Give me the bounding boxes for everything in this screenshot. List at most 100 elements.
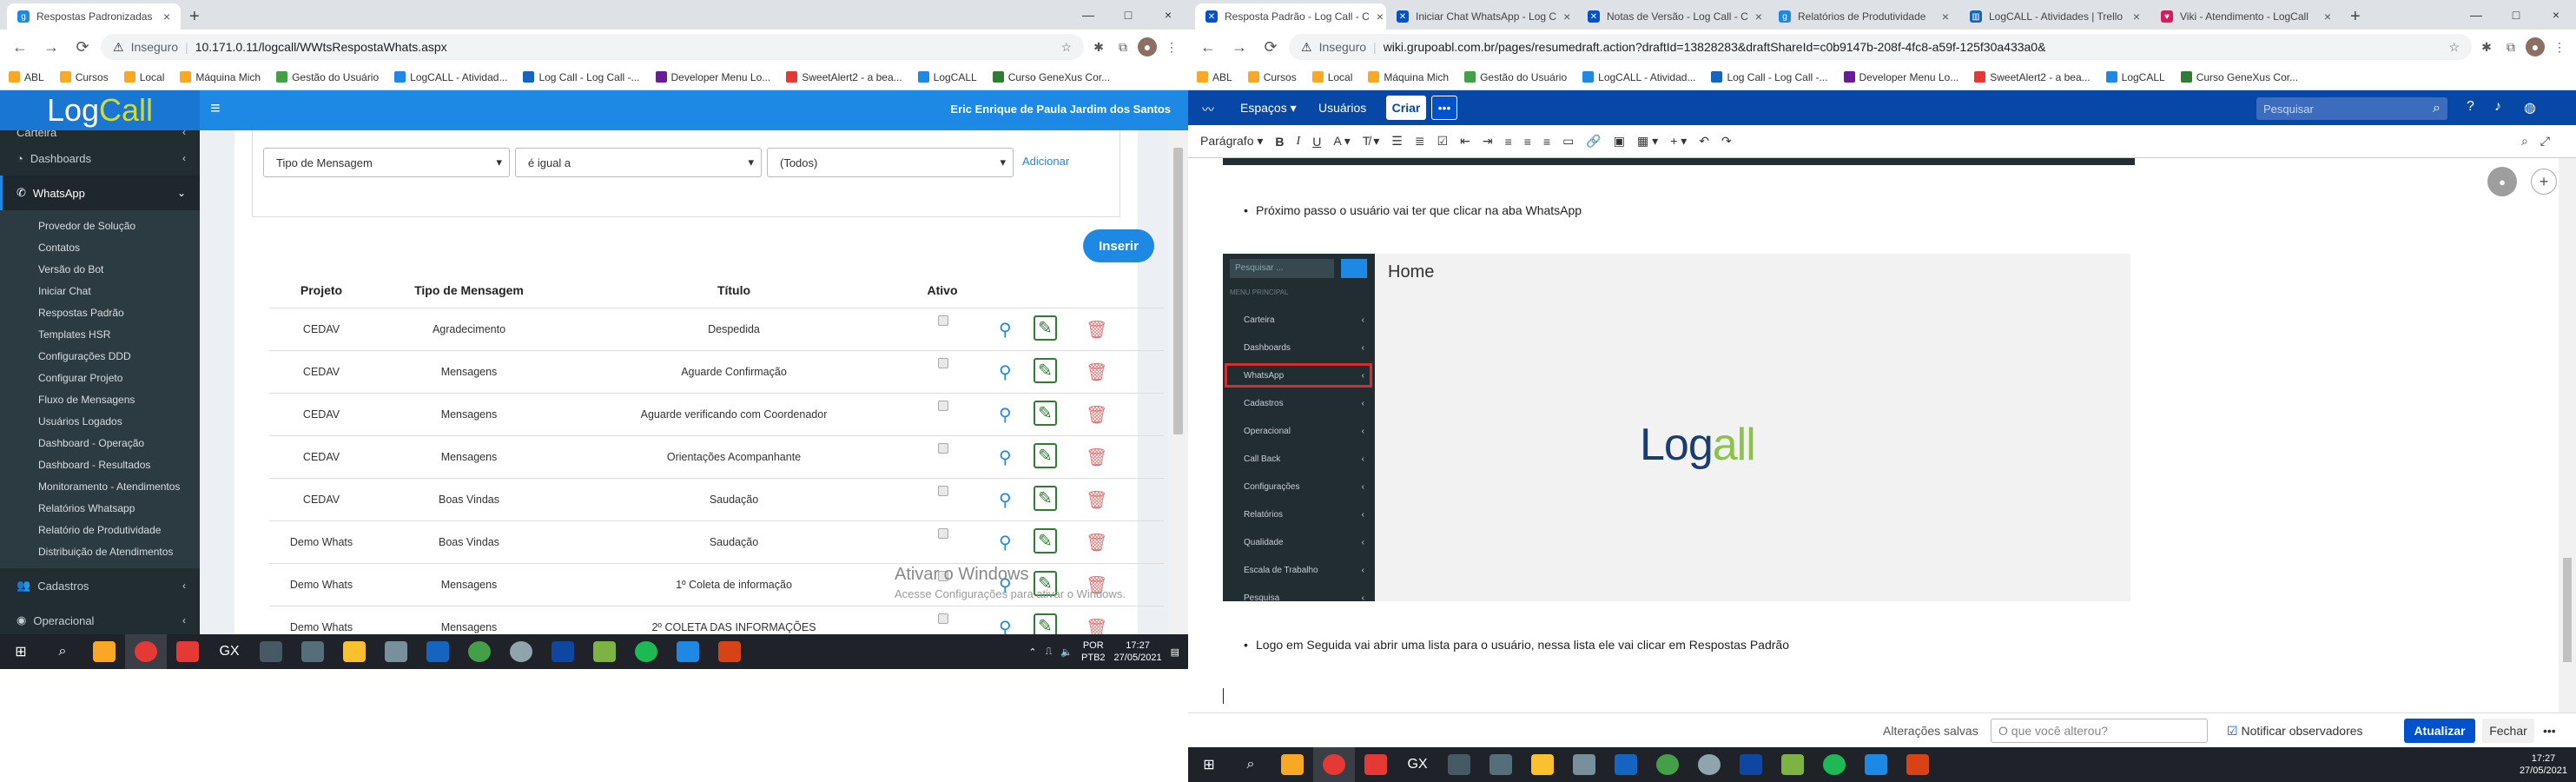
spaces-menu[interactable]: Espaços ▾ [1240, 101, 1297, 116]
avatar[interactable]: ◍ [2524, 99, 2536, 116]
submenu-item[interactable]: Relatórios Whatsapp [0, 498, 200, 520]
align-center-icon[interactable]: ≡ [1524, 135, 1531, 149]
star-icon[interactable]: ☆ [1060, 40, 1072, 55]
search-icon[interactable]: ⚲ [999, 532, 1012, 553]
link-icon[interactable]: 🔗 [1586, 134, 1601, 149]
vertical-scrollbar[interactable] [1168, 130, 1188, 634]
table-row[interactable]: Demo Whats Boas Vindas Saudação ⚲ ✎ 🗑 [269, 520, 1164, 563]
table-row[interactable]: CEDAV Mensagens Orientações Acompanhante ⚲ ✎… [269, 435, 1164, 478]
trash-icon[interactable]: 🗑 [1086, 404, 1107, 426]
bookmark-item[interactable]: SweetAlert2 - a bea... [1974, 71, 2091, 83]
bookmark-item[interactable]: Curso GeneXus Cor... [2180, 71, 2298, 83]
search-icon[interactable]: ⌕ [42, 634, 83, 669]
app-icon[interactable] [375, 634, 417, 669]
app-icon[interactable] [334, 634, 375, 669]
outdent-icon[interactable]: ⇤ [1460, 134, 1470, 149]
numbered-list-icon[interactable]: ≣ [1415, 134, 1425, 149]
close-window-button[interactable]: × [2536, 0, 2576, 30]
submenu-item[interactable]: Distribuição de Atendimentos [0, 541, 200, 563]
more-actions-button[interactable]: ••• [2543, 724, 2556, 738]
trash-icon[interactable]: 🗑 [1086, 319, 1107, 341]
bookmark-item[interactable]: Log Call - Log Call -... [523, 71, 640, 83]
search-icon[interactable]: ⚲ [999, 319, 1012, 341]
filter-operator-select[interactable]: é igual a [515, 148, 762, 177]
tab-resposta-padrao[interactable]: ✕ Resposta Padrão - Log Call - C × [1195, 3, 1386, 30]
genexus-icon[interactable]: GX [208, 634, 250, 669]
whatsapp-icon[interactable] [459, 634, 500, 669]
bookmark-item[interactable]: LogCALL [917, 71, 977, 83]
submenu-item[interactable]: Templates HSR [0, 324, 200, 346]
underline-icon[interactable]: U [1312, 135, 1321, 149]
redo-icon[interactable]: ↷ [1721, 134, 1732, 149]
bookmark-item[interactable]: Log Call - Log Call -... [1711, 71, 1828, 83]
edit-icon[interactable]: ✎ [1034, 443, 1057, 468]
forward-button[interactable]: → [1226, 34, 1252, 60]
menu-icon[interactable]: ⋮ [2550, 37, 2569, 56]
close-icon[interactable]: × [1755, 10, 1762, 23]
table-icon[interactable]: ▦ ▾ [1637, 134, 1658, 149]
sidebar-item-cadastros[interactable]: 👥 Cadastros ‹ [0, 568, 200, 603]
align-right-icon[interactable]: ≡ [1543, 135, 1550, 149]
more-button[interactable]: ••• [1431, 96, 1457, 120]
submenu-item[interactable]: Relatório de Produtividade [0, 520, 200, 541]
close-icon[interactable]: × [2324, 10, 2331, 23]
filter-field-select[interactable]: Tipo de Mensagem [263, 148, 510, 177]
language-indicator[interactable]: POR PTB2 [1081, 640, 1106, 664]
tab-trello[interactable]: ▥ LogCALL - Atividades | Trello × [1959, 3, 2150, 30]
layout-icon[interactable]: ▭ [1562, 134, 1574, 149]
search-icon[interactable]: ⌕ [1230, 747, 1271, 782]
embedded-screenshot[interactable]: Pesquisar ... MENU PRINCIPAL Carteira Da… [1223, 254, 2130, 603]
back-button[interactable]: ← [1195, 34, 1221, 60]
clock[interactable]: 17:27 27/05/2021 [2520, 752, 2567, 777]
volume-icon[interactable]: 🔈 [1060, 646, 1073, 658]
new-tab-button[interactable]: + [2342, 3, 2369, 30]
submenu-item[interactable]: Respostas Padrão [0, 302, 200, 324]
trash-icon[interactable]: 🗑 [1086, 489, 1107, 511]
powerpoint-icon[interactable] [1897, 747, 1939, 782]
column-header[interactable]: Título [565, 273, 903, 308]
powerpoint-icon[interactable] [709, 634, 750, 669]
bookmark-item[interactable]: LogCALL - Atividad... [1582, 71, 1695, 83]
logcall-logo[interactable]: Log Call [0, 90, 200, 130]
sidebar-item-whatsapp[interactable]: ✆ WhatsApp ⌄ [0, 176, 200, 210]
submenu-item[interactable]: Fluxo de Mensagens [0, 389, 200, 411]
hamburger-icon[interactable]: ≡ [210, 99, 221, 119]
text-color-icon[interactable]: A ▾ [1333, 134, 1350, 149]
search-icon[interactable]: ⚲ [999, 617, 1012, 634]
bookmark-item[interactable]: Curso GeneXus Cor... [992, 71, 1110, 83]
maximize-button[interactable]: □ [2496, 0, 2536, 30]
bold-icon[interactable]: B [1275, 135, 1284, 149]
app-icon[interactable] [417, 634, 459, 669]
submenu-item[interactable]: Usuários Logados [0, 411, 200, 433]
notify-checkbox[interactable]: ☑ Notificar observadores [2227, 724, 2363, 739]
user-name[interactable]: Eric Enrique de Paula Jardim dos Santos [950, 103, 1171, 116]
bookmark-item[interactable]: Developer Menu Lo... [1843, 71, 1958, 83]
close-icon[interactable]: × [1563, 10, 1570, 23]
invite-button[interactable]: + [2531, 169, 2557, 195]
column-header[interactable]: Tipo de Mensagem [373, 273, 565, 308]
search-icon[interactable]: ⚲ [999, 361, 1012, 383]
outlook-icon[interactable] [1730, 747, 1772, 782]
url-input[interactable]: ⚠ Inseguro | wiki.grupoabl.com.br/pages/… [1289, 34, 2472, 60]
spotify-icon[interactable] [625, 634, 667, 669]
undo-icon[interactable]: ↶ [1699, 134, 1709, 149]
bookmark-item[interactable]: Máquina Mich [180, 71, 261, 83]
minimize-button[interactable]: — [2456, 0, 2496, 30]
avatar[interactable]: ● [2526, 37, 2545, 56]
bookmark-item[interactable]: Developer Menu Lo... [655, 71, 770, 83]
windows-start-icon[interactable]: ⊞ [0, 634, 42, 669]
close-icon[interactable]: × [2133, 10, 2140, 23]
image-icon[interactable]: ▣ [1614, 134, 1625, 149]
italic-icon[interactable]: I [1297, 135, 1301, 149]
search-input[interactable]: Pesquisar [2256, 97, 2447, 120]
tab-viki[interactable]: ♥ Viki - Atendimento - LogCall × [2150, 3, 2342, 30]
submenu-item[interactable]: Dashboard - Resultados [0, 454, 200, 476]
trash-icon[interactable]: 🗑 [1086, 532, 1107, 553]
confluence-logo-icon[interactable]: 〰 [1202, 101, 1214, 118]
trash-icon[interactable]: 🗑 [1086, 447, 1107, 468]
table-row[interactable]: CEDAV Mensagens Aguarde Confirmação ⚲ ✎ 🗑 [269, 350, 1164, 393]
bookmark-item[interactable]: SweetAlert2 - a bea... [786, 71, 902, 83]
filter-value-select[interactable]: (Todos) [767, 148, 1014, 177]
insert-button[interactable]: Inserir [1083, 229, 1154, 262]
search-icon[interactable]: ⚲ [999, 404, 1012, 426]
